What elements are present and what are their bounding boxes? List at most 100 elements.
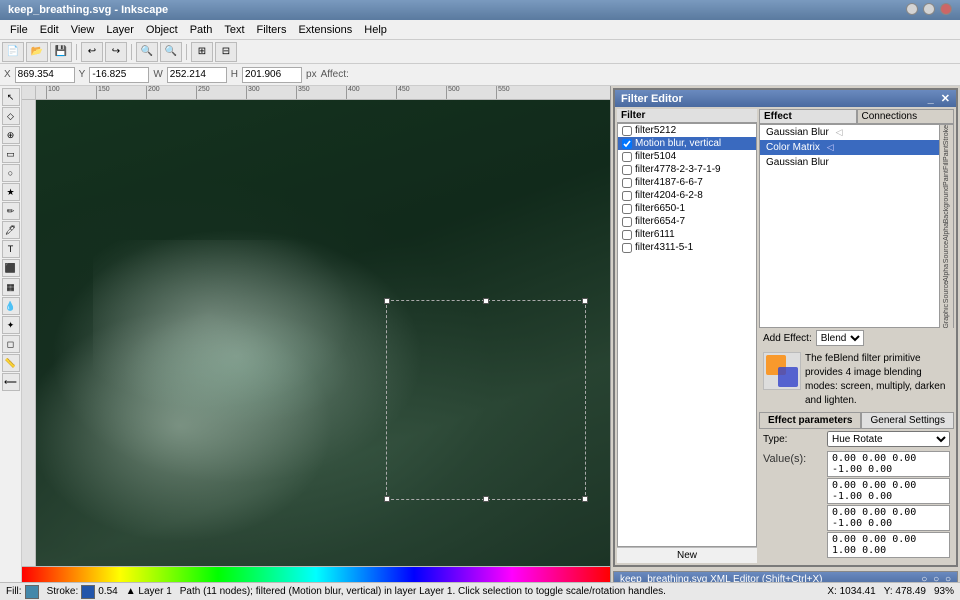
add-effect-select[interactable]: Blend <box>816 330 864 346</box>
filter-item-6[interactable]: filter6650-1 <box>618 202 756 215</box>
menu-text[interactable]: Text <box>218 24 250 36</box>
filter-list: filter5212 Motion blur, vertical filter5… <box>617 123 757 547</box>
effect-name-0: Gaussian Blur <box>766 127 829 138</box>
filter-item-4[interactable]: filter4187-6-6-7 <box>618 176 756 189</box>
app-window: keep_breathing.svg - Inkscape File Edit … <box>0 0 960 600</box>
effect-item-0[interactable]: Gaussian Blur ◁ <box>760 125 939 140</box>
effect-panel: Effect Connections Gaussian Blur ◁ <box>759 109 954 563</box>
gradient-tool[interactable]: ▦ <box>2 278 20 296</box>
menu-path[interactable]: Path <box>184 24 219 36</box>
effect-item-2[interactable]: Gaussian Blur <box>760 155 939 170</box>
xml-editor-maximize[interactable]: ○ <box>933 574 939 582</box>
selection-handle-tl[interactable] <box>384 298 390 304</box>
zoom-out-button[interactable]: 🔍 <box>160 42 182 62</box>
filter-item-8[interactable]: filter6111 <box>618 228 756 241</box>
canvas[interactable] <box>36 100 610 566</box>
node-tool[interactable]: ◇ <box>2 107 20 125</box>
filter-editor-close[interactable]: ✕ <box>941 93 950 105</box>
filter-checkbox-1[interactable] <box>622 139 632 149</box>
undo-button[interactable]: ↩ <box>81 42 103 62</box>
selection-handle-bl[interactable] <box>384 496 390 502</box>
stroke-swatch[interactable] <box>81 585 95 599</box>
color-palette[interactable] <box>22 566 610 582</box>
label-paint: Paint <box>943 145 950 161</box>
menu-extensions[interactable]: Extensions <box>292 24 358 36</box>
spray-tool[interactable]: ✦ <box>2 316 20 334</box>
xml-editor-close[interactable]: ○ <box>945 574 951 582</box>
fill-swatch[interactable] <box>25 585 39 599</box>
xml-editor-minimize[interactable]: ○ <box>921 574 927 582</box>
selection-handle-tr[interactable] <box>582 298 588 304</box>
values-label: Value(s): <box>763 451 823 465</box>
tab-effect[interactable]: Effect <box>759 109 857 124</box>
close-button[interactable] <box>940 3 952 15</box>
filter-checkbox-6[interactable] <box>622 204 632 214</box>
type-select[interactable]: Hue Rotate <box>827 431 950 447</box>
filter-item-label-9: filter4311-5-1 <box>635 242 693 253</box>
zoom-in-button[interactable]: 🔍 <box>136 42 158 62</box>
menu-filters[interactable]: Filters <box>251 24 293 36</box>
circle-tool[interactable]: ○ <box>2 164 20 182</box>
filter-editor-minimize[interactable]: _ <box>928 93 934 105</box>
filter-checkbox-9[interactable] <box>622 243 632 253</box>
filter-item-1[interactable]: Motion blur, vertical <box>618 137 756 150</box>
selection-handle-tm[interactable] <box>483 298 489 304</box>
filter-checkbox-4[interactable] <box>622 178 632 188</box>
h-input[interactable] <box>242 67 302 83</box>
x-input[interactable] <box>15 67 75 83</box>
open-button[interactable]: 📂 <box>26 42 48 62</box>
filter-item-2[interactable]: filter5104 <box>618 150 756 163</box>
xml-editor: keep_breathing.svg XML Editor (Shift+Ctr… <box>613 571 958 582</box>
filter-new-button[interactable]: New <box>617 547 757 563</box>
dropper-tool[interactable]: 💧 <box>2 297 20 315</box>
y-input[interactable] <box>89 67 149 83</box>
ruler-row: 100 150 200 250 300 350 400 450 500 550 <box>22 86 610 100</box>
effect-item-1[interactable]: Color Matrix ◁ <box>760 140 939 155</box>
menu-file[interactable]: File <box>4 24 34 36</box>
filter-checkbox-5[interactable] <box>622 191 632 201</box>
erase-tool[interactable]: ◻ <box>2 335 20 353</box>
filter-checkbox-8[interactable] <box>622 230 632 240</box>
selection-handle-br[interactable] <box>582 496 588 502</box>
menu-object[interactable]: Object <box>140 24 184 36</box>
menu-view[interactable]: View <box>65 24 101 36</box>
star-tool[interactable]: ★ <box>2 183 20 201</box>
filter-item-label-0: filter5212 <box>635 125 676 136</box>
pen-tool[interactable]: 🖊 <box>2 221 20 239</box>
filter-item-3[interactable]: filter4778-2-3-7-1-9 <box>618 163 756 176</box>
zoom-tool[interactable]: ⊕ <box>2 126 20 144</box>
menu-edit[interactable]: Edit <box>34 24 65 36</box>
maximize-button[interactable] <box>923 3 935 15</box>
connector-tool[interactable]: ⟵ <box>2 373 20 391</box>
save-button[interactable]: 💾 <box>50 42 72 62</box>
filter-item-5[interactable]: filter4204-6-2-8 <box>618 189 756 202</box>
redo-button[interactable]: ↪ <box>105 42 127 62</box>
menu-help[interactable]: Help <box>358 24 393 36</box>
filter-item-0[interactable]: filter5212 <box>618 124 756 137</box>
fill-tool[interactable]: ⬛ <box>2 259 20 277</box>
matrix-values: 0.00 0.00 0.00 -1.00 0.00 0.00 0.00 0.00… <box>827 451 950 559</box>
menu-layer[interactable]: Layer <box>100 24 140 36</box>
new-button[interactable]: 📄 <box>2 42 24 62</box>
filter-checkbox-2[interactable] <box>622 152 632 162</box>
measure-tool[interactable]: 📏 <box>2 354 20 372</box>
text-tool[interactable]: T <box>2 240 20 258</box>
pencil-tool[interactable]: ✏ <box>2 202 20 220</box>
tab-general-settings[interactable]: General Settings <box>861 412 954 428</box>
ungroup-button[interactable]: ⊟ <box>215 42 237 62</box>
filter-checkbox-7[interactable] <box>622 217 632 227</box>
selection-handle-bm[interactable] <box>483 496 489 502</box>
matrix-row-3: 0.00 0.00 0.00 1.00 0.00 <box>827 532 950 558</box>
filter-checkbox-3[interactable] <box>622 165 632 175</box>
tab-connections[interactable]: Connections <box>857 109 955 124</box>
w-input[interactable] <box>167 67 227 83</box>
effect-description-area: The feBlend filter primitive provides 4 … <box>759 348 954 412</box>
rect-tool[interactable]: ▭ <box>2 145 20 163</box>
minimize-button[interactable] <box>906 3 918 15</box>
filter-item-9[interactable]: filter4311-5-1 <box>618 241 756 254</box>
select-tool[interactable]: ↖ <box>2 88 20 106</box>
tab-effect-params[interactable]: Effect parameters <box>759 412 861 428</box>
group-button[interactable]: ⊞ <box>191 42 213 62</box>
filter-item-7[interactable]: filter6654-7 <box>618 215 756 228</box>
filter-checkbox-0[interactable] <box>622 126 632 136</box>
